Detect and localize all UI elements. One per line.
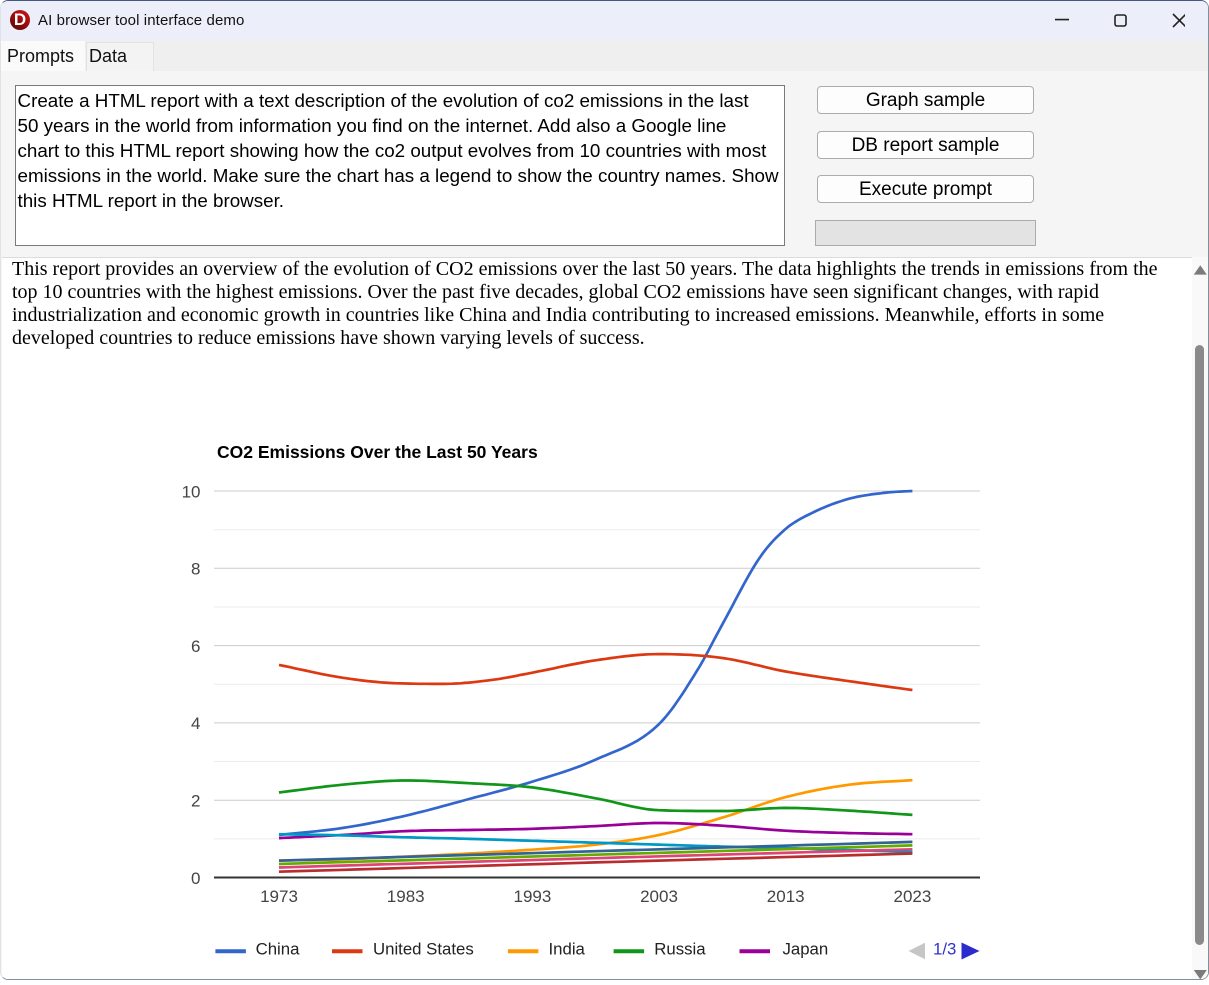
svg-text:10: 10: [182, 482, 201, 501]
svg-text:United States: United States: [373, 940, 474, 959]
svg-text:1/3: 1/3: [933, 940, 956, 959]
svg-text:1993: 1993: [513, 887, 551, 906]
svg-text:Russia: Russia: [654, 940, 706, 959]
svg-text:China: China: [256, 940, 301, 959]
svg-text:4: 4: [191, 714, 200, 733]
svg-text:CO2 Emissions Over the Last 50: CO2 Emissions Over the Last 50 Years: [217, 442, 538, 462]
svg-text:1983: 1983: [387, 887, 425, 906]
svg-text:2003: 2003: [640, 887, 678, 906]
svg-text:0: 0: [191, 869, 200, 888]
svg-text:Japan: Japan: [783, 940, 829, 959]
svg-text:2: 2: [191, 792, 200, 811]
svg-text:India: India: [549, 940, 586, 959]
svg-text:8: 8: [191, 560, 200, 579]
svg-text:2013: 2013: [767, 887, 805, 906]
svg-text:2023: 2023: [893, 887, 931, 906]
svg-text:6: 6: [191, 637, 200, 656]
svg-text:1973: 1973: [260, 887, 298, 906]
